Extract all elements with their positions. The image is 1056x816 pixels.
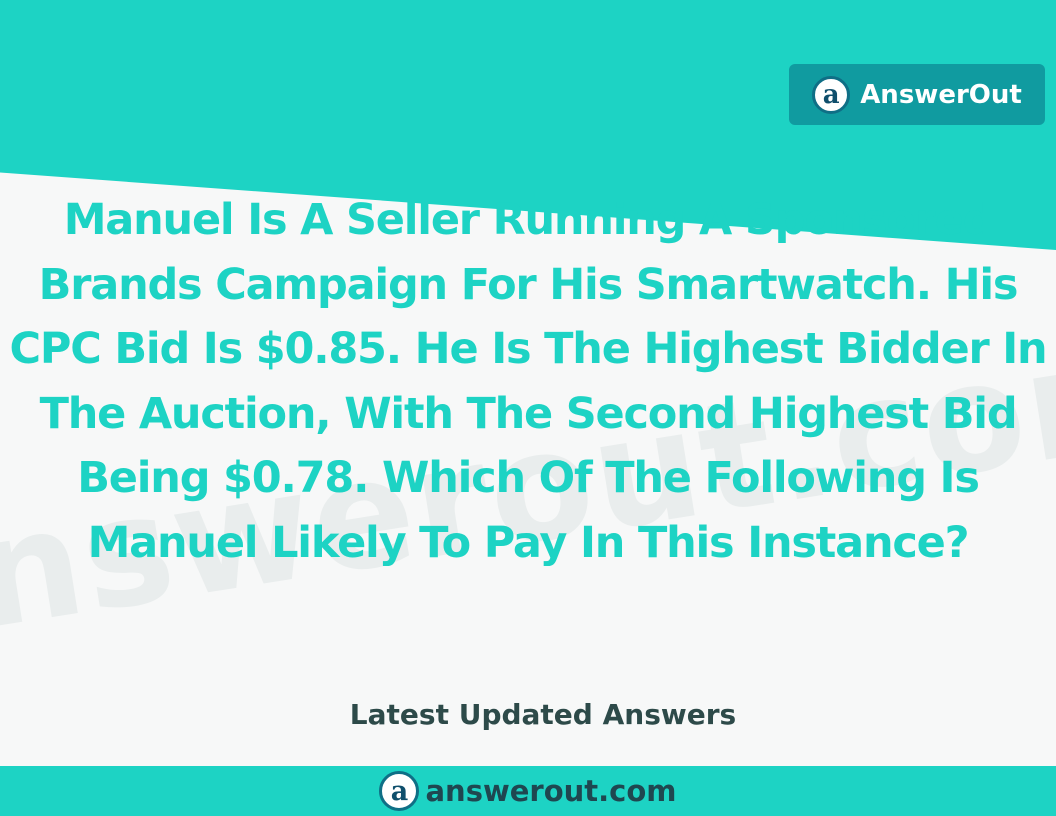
tagline: Latest Updated Answers (349, 698, 737, 731)
answerout-logo-icon: a (812, 75, 851, 114)
footer-site-link[interactable]: answerout.com (425, 774, 676, 808)
footer-logo-icon: a (379, 771, 420, 811)
brand-name: AnswerOut (860, 79, 1022, 110)
question-title: Manuel Is A Seller Running A Sponsored B… (9, 195, 1048, 568)
answerout-logo-badge[interactable]: a AnswerOut (789, 64, 1045, 125)
footer-bar: a answerout.com (0, 766, 1056, 816)
